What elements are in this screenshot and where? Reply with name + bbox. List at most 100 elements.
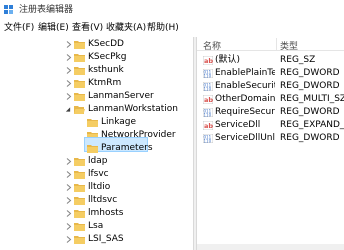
value-name: RequireSecurit...	[215, 107, 275, 117]
tree-item-lanmanserver[interactable]: LanmanServer	[0, 90, 193, 103]
menu-file[interactable]: 文件(F)	[4, 23, 34, 34]
menu-bar: 文件(F) 编辑(E) 查看(V) 收藏夹(A) 帮助(H)	[0, 20, 344, 37]
chevron-right-icon[interactable]	[66, 210, 72, 217]
tree-item-lmhosts[interactable]: lmhosts	[0, 207, 193, 220]
string-value-icon: ab	[203, 56, 213, 65]
value-row[interactable]: 011110 ServiceDllUnlo... REG_DWORD	[197, 132, 344, 145]
string-value-icon: ab	[203, 121, 213, 130]
tree-item-label: KSecPkg	[88, 52, 127, 62]
chevron-right-icon[interactable]	[66, 93, 72, 100]
value-type: REG_DWORD	[280, 133, 340, 143]
folder-icon	[74, 93, 85, 101]
chevron-right-icon[interactable]	[66, 171, 72, 178]
tree-item-ksecpkg[interactable]: KSecPkg	[0, 51, 193, 64]
tree-item-label: LanmanServer	[88, 91, 154, 101]
tree-item-label: lltdsvc	[88, 195, 118, 205]
value-name: (默认)	[215, 55, 241, 65]
value-row[interactable]: ab OtherDomains REG_MULTI_SZ	[197, 93, 344, 106]
chevron-right-icon[interactable]	[66, 197, 72, 204]
value-type: REG_DWORD	[280, 107, 340, 117]
column-header-name[interactable]: 名称	[203, 39, 221, 52]
binary-value-icon: 011110	[203, 108, 213, 117]
value-name: EnableSecurity...	[215, 81, 275, 91]
values-list[interactable]: 名称 类型 ab (默认) REG_SZ 011 110 EnablePlainT…	[197, 37, 344, 250]
tree-item-label: lmhosts	[88, 208, 124, 218]
tree-item-label: ldap	[88, 156, 108, 166]
value-name: ServiceDll	[215, 120, 261, 130]
svg-text:110: 110	[204, 113, 212, 118]
value-type: REG_DWORD	[280, 68, 340, 78]
tree-item-lsi-sas[interactable]: LSI_SAS	[0, 233, 193, 246]
value-type: REG_MULTI_SZ	[280, 94, 344, 104]
folder-icon	[74, 171, 85, 179]
tree-item-label: Linkage	[101, 117, 137, 127]
tree-item-label: KtmRm	[88, 78, 122, 88]
chevron-right-icon[interactable]	[66, 41, 72, 48]
chevron-right-icon[interactable]	[66, 67, 72, 74]
title-bar: 注册表编辑器	[0, 0, 344, 20]
registry-tree[interactable]: KSecDD KSecPkg ksthunk KtmRm LanmanServe…	[0, 37, 193, 250]
chevron-right-icon[interactable]	[66, 223, 72, 230]
binary-value-icon: 011110	[203, 69, 213, 78]
tree-item-label: KSecDD	[88, 39, 124, 49]
string-value-icon: ab	[203, 95, 213, 104]
column-separator[interactable]	[276, 38, 277, 50]
tree-item-lltdio[interactable]: lltdio	[0, 181, 193, 194]
tree-item-ktmrm[interactable]: KtmRm	[0, 77, 193, 90]
folder-icon	[74, 223, 85, 231]
folder-icon	[74, 80, 85, 88]
svg-text:ab: ab	[204, 122, 213, 130]
menu-edit[interactable]: 编辑(E)	[38, 23, 69, 34]
menu-view[interactable]: 查看(V)	[72, 23, 103, 34]
folder-icon	[74, 236, 85, 244]
tree-item-lsa[interactable]: Lsa	[0, 220, 193, 233]
horizontal-scrollbar[interactable]	[197, 244, 344, 250]
folder-open-icon	[74, 106, 85, 114]
tree-item-parameters[interactable]: Parameters	[0, 142, 193, 155]
folder-icon	[74, 54, 85, 62]
value-row[interactable]: 011110 EnablePlainTex... REG_DWORD	[197, 67, 344, 80]
svg-text:ab: ab	[204, 96, 213, 104]
value-name: EnablePlainTex...	[215, 68, 275, 78]
chevron-right-icon[interactable]	[66, 158, 72, 165]
folder-icon	[74, 67, 85, 75]
value-type: REG_SZ	[280, 55, 316, 65]
tree-item-label: lltdio	[88, 182, 111, 192]
svg-text:110: 110	[204, 139, 212, 144]
tree-item-label: lfsvc	[88, 169, 109, 179]
column-header-type[interactable]: 类型	[280, 39, 298, 52]
menu-favorites[interactable]: 收藏夹(A)	[106, 23, 146, 34]
tree-item-ldap[interactable]: ldap	[0, 155, 193, 168]
svg-text:ab: ab	[204, 57, 213, 65]
tree-item-ksecdd[interactable]: KSecDD	[0, 38, 193, 51]
tree-item-label: Lsa	[88, 221, 104, 231]
value-row[interactable]: ab (默认) REG_SZ	[197, 54, 344, 67]
folder-icon	[87, 119, 98, 127]
value-row[interactable]: 011110 EnableSecurity... REG_DWORD	[197, 80, 344, 93]
value-name: ServiceDllUnlo...	[215, 133, 275, 143]
window-title: 注册表编辑器	[19, 5, 74, 15]
tree-item-lfsvc[interactable]: lfsvc	[0, 168, 193, 181]
value-name: OtherDomains	[215, 94, 275, 104]
tree-item-lanmanworkstation[interactable]: LanmanWorkstation	[0, 103, 193, 116]
value-type: REG_EXPAND_SZ	[280, 120, 344, 130]
tree-item-linkage[interactable]: Linkage	[0, 116, 193, 129]
folder-icon	[74, 158, 85, 166]
registry-editor-icon	[4, 5, 13, 14]
list-header: 名称 类型	[197, 37, 344, 52]
chevron-right-icon[interactable]	[66, 54, 72, 61]
value-row[interactable]: 011110 RequireSecurit... REG_DWORD	[197, 106, 344, 119]
tree-item-ksthunk[interactable]: ksthunk	[0, 64, 193, 77]
chevron-right-icon[interactable]	[66, 184, 72, 191]
value-row[interactable]: ab ServiceDll REG_EXPAND_SZ	[197, 119, 344, 132]
tree-item-lltdsvc[interactable]: lltdsvc	[0, 194, 193, 207]
folder-icon	[74, 197, 85, 205]
tree-item-label: Parameters	[101, 143, 153, 153]
chevron-right-icon[interactable]	[66, 236, 72, 243]
folder-icon	[74, 184, 85, 192]
chevron-down-icon[interactable]	[65, 106, 71, 113]
svg-text:110: 110	[204, 74, 212, 79]
chevron-right-icon[interactable]	[66, 80, 72, 87]
svg-text:110: 110	[204, 87, 212, 92]
menu-help[interactable]: 帮助(H)	[147, 23, 179, 34]
